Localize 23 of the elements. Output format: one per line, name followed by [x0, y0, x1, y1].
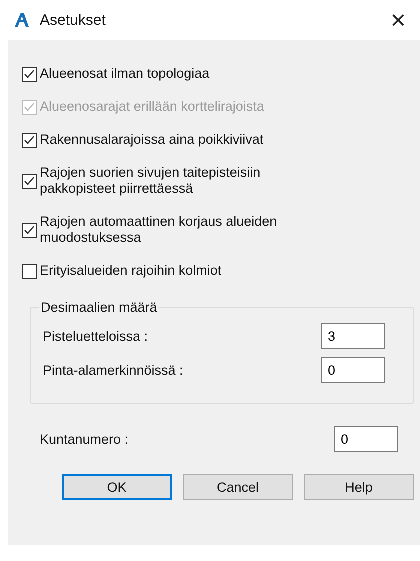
dialog-button[interactable]: Help: [304, 474, 414, 500]
checkbox[interactable]: [22, 174, 37, 188]
close-button[interactable]: ×: [388, 7, 408, 33]
input-field[interactable]: 0: [334, 426, 398, 452]
field-label: Kuntanumero :: [40, 432, 129, 446]
checkbox[interactable]: [22, 66, 37, 82]
checkbox[interactable]: [22, 264, 37, 278]
group-title: Desimaalien määrä: [39, 300, 160, 315]
checkbox-label[interactable]: Rajojen suorien sivujen taitepisteisiin pakkopisteet piirrettäessä: [40, 165, 340, 197]
dialog-button[interactable]: OK: [62, 474, 172, 500]
input-field[interactable]: 0: [321, 357, 385, 383]
checkbox-label[interactable]: Erityisalueiden rajoihin kolmiot: [40, 263, 222, 279]
checkbox[interactable]: [22, 132, 37, 148]
field-label: Pinta-alamerkinnöissä :: [43, 362, 184, 378]
checkbox-label[interactable]: Rajojen automaattinen korjaus alueiden muodostuksessa: [40, 214, 340, 246]
window-title: Asetukset: [40, 12, 107, 28]
checkbox-label[interactable]: Rakennusalarajoissa aina poikkiviivat: [40, 132, 264, 148]
input-field[interactable]: 3: [321, 323, 385, 349]
dialog-button[interactable]: Cancel: [183, 474, 293, 500]
checkbox-label[interactable]: Alueenosat ilman topologiaa: [40, 66, 210, 82]
app-logo-icon: [14, 12, 30, 28]
field-label: Pisteluetteloissa :: [43, 328, 148, 344]
checkbox[interactable]: [22, 222, 37, 238]
